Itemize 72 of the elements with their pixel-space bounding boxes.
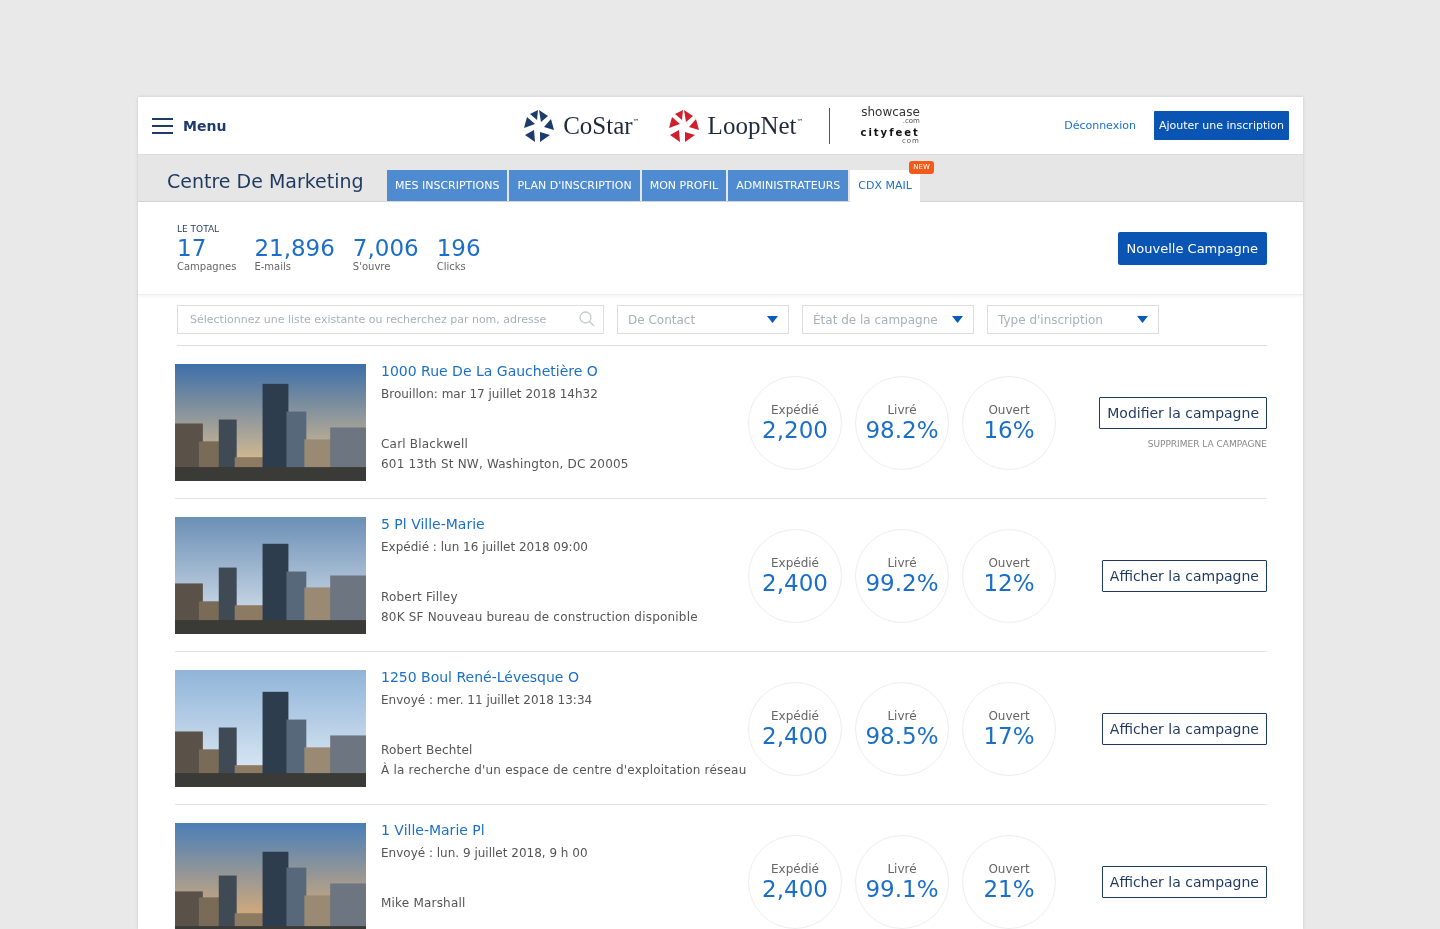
stat-label: Ouvert: [988, 861, 1030, 876]
stat-value: 98.2%: [865, 416, 939, 443]
caret-icon: [767, 316, 778, 323]
logout-link[interactable]: Déconnexion: [1064, 119, 1136, 132]
stat-label: Expédié: [771, 708, 819, 723]
tab[interactable]: MES INSCRIPTIONS: [387, 170, 508, 201]
campaign-title-link[interactable]: 1250 Boul René-Lévesque O: [381, 669, 756, 685]
new-campaign-button[interactable]: Nouvelle Campagne: [1117, 231, 1267, 265]
menu-link[interactable]: Menu: [183, 117, 227, 134]
campaign-action-button[interactable]: Afficher la campagne: [1101, 559, 1267, 592]
brand-logo-text: LoopNet$^{™}$: [707, 111, 804, 140]
campaign-status: Expédié : lun 16 juillet 2018 09:00: [381, 540, 589, 554]
campaign-status: Envoyé : mer. 11 juillet 2018 13:34: [381, 693, 594, 707]
stat-value: 2,400: [762, 722, 828, 749]
stat-label: Expédié: [771, 555, 819, 570]
campaign-detail: 601 13th St NW, Washington, DC 20005: [381, 457, 630, 471]
stat-label: Livré: [887, 861, 917, 876]
delete-campaign-link[interactable]: SUPPRIMER LA CAMPAGNE: [1147, 438, 1267, 449]
stat-value: 98.5%: [865, 722, 939, 749]
campaign-title-link[interactable]: 5 Pl Ville-Marie: [381, 516, 756, 532]
campaign-status: Envoyé : lun. 9 juillet 2018, 9 h 00: [381, 846, 589, 860]
stat-label: Expédié: [771, 402, 819, 417]
total-label: Clicks: [436, 261, 467, 273]
tab[interactable]: CDX MAIL: [850, 170, 920, 202]
stat-label: Ouvert: [988, 555, 1030, 570]
total-value: 17: [177, 235, 208, 262]
stat-label: Livré: [887, 402, 917, 417]
campaign-detail: 80K SF Nouveau bureau de construction disponible: [381, 610, 699, 624]
menu-icon[interactable]: [152, 117, 173, 134]
stat-label: Ouvert: [988, 402, 1030, 417]
caret-icon: [1137, 316, 1148, 323]
campaign-action-button[interactable]: Modifier la campagne: [1099, 396, 1267, 429]
stat-value: 2,400: [762, 569, 828, 596]
total-label: S'ouvre: [352, 261, 392, 273]
campaign-title-link[interactable]: 1000 Rue De La Gauchetière O: [381, 363, 756, 379]
contact-name: Carl Blackwell: [381, 437, 469, 451]
stat-value: 21%: [983, 875, 1035, 902]
stat-value: 16%: [983, 416, 1035, 443]
stat-value: 12%: [983, 569, 1035, 596]
stat-value: 99.1%: [865, 875, 939, 902]
tab[interactable]: MON PROFIL: [641, 170, 727, 201]
total-label: Campagnes: [177, 261, 237, 273]
campaign-status: Brouillon: mar 17 juillet 2018 14h32: [381, 387, 599, 401]
total-label: E-mails: [254, 261, 292, 273]
contact-name: Mike Marshall: [381, 896, 467, 910]
caret-icon: [952, 316, 963, 323]
total-value: 7,006: [352, 235, 419, 262]
campaign-detail: À la recherche d'un espace de centre d'exploitation réseau: [381, 763, 748, 777]
brand-logo-text: CoStar$^{™}$: [563, 111, 640, 140]
stat-value: 99.2%: [865, 569, 939, 596]
stat-label: Livré: [887, 555, 917, 570]
campaign-action-button[interactable]: Afficher la campagne: [1101, 865, 1267, 898]
contact-name: Robert Filley: [381, 590, 459, 604]
brand-logo-text: cityfeet: [860, 128, 920, 138]
page-title: Centre De Marketing: [166, 170, 365, 192]
add-listing-button[interactable]: Ajouter une inscription: [1153, 111, 1289, 140]
contact-name: Robert Bechtel: [381, 743, 474, 757]
stat-label: Ouvert: [988, 708, 1030, 723]
search-field[interactable]: Sélectionnez une liste existante ou recherchez par nom, adresse: [177, 305, 604, 334]
stat-label: Expédié: [771, 861, 819, 876]
stat-value: 2,200: [762, 416, 828, 443]
tab[interactable]: ADMINISTRATEURS: [728, 170, 849, 201]
total-value: 196: [436, 235, 481, 262]
stat-label: Livré: [887, 708, 917, 723]
total-value: 21,896: [254, 235, 335, 262]
tab[interactable]: PLAN D'INSCRIPTION: [509, 170, 640, 201]
stat-value: 2,400: [762, 875, 828, 902]
brand-logo-text: showcase: [861, 106, 920, 118]
campaign-title-link[interactable]: 1 Ville-Marie Pl: [381, 822, 756, 838]
campaign-action-button[interactable]: Afficher la campagne: [1101, 712, 1267, 745]
stat-value: 17%: [983, 722, 1035, 749]
totals-label: LE TOTAL: [177, 223, 221, 234]
